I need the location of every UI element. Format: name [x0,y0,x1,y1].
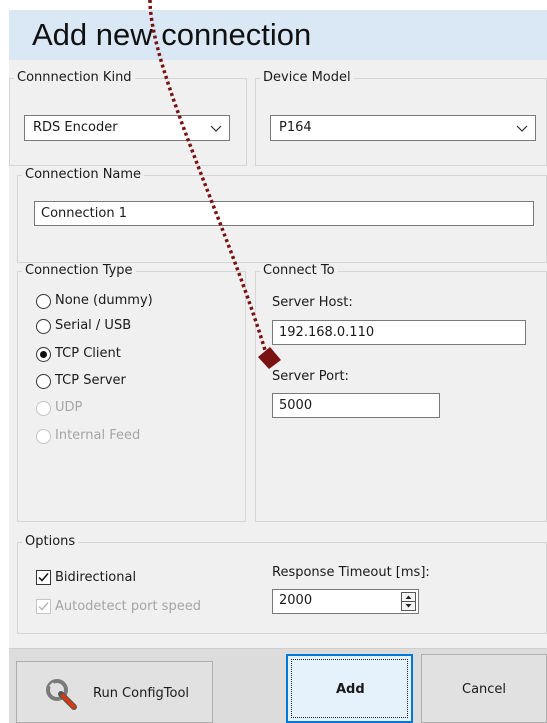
device-model-label: Device Model [260,70,354,86]
radio-tcp-server-label: TCP Server [55,373,126,388]
server-port-input[interactable]: 5000 [272,393,440,418]
chevron-down-icon [516,125,528,132]
radio-internal-feed-control [36,429,51,444]
radio-udp-control [36,401,51,416]
connection-type-group: Connection Type None (dummy) Serial / US… [17,263,246,522]
add-label: Add [336,682,365,697]
add-button[interactable]: Add [286,654,413,723]
device-model-group: Device Model P164 [255,70,547,166]
radio-none-control[interactable] [36,294,51,309]
bidirectional-label: Bidirectional [55,570,137,585]
radio-tcp-client-label: TCP Client [55,346,121,361]
checkmark-icon [38,602,49,611]
connect-to-group: Connect To Server Host: 192.168.0.110 Se… [255,263,547,522]
checkmark-icon [38,573,49,582]
response-timeout-spinner[interactable]: 2000 [272,589,419,614]
cancel-label: Cancel [462,682,507,697]
wrench-icon [46,679,77,710]
connect-to-label: Connect To [260,263,338,279]
connection-type-label: Connection Type [22,263,136,279]
title-bar: Add new connection [9,10,547,60]
add-connection-dialog: Add new connection Connnection Kind RDS … [9,10,547,723]
device-model-select[interactable]: P164 [270,115,536,141]
connection-kind-value: RDS Encoder [33,120,118,135]
spin-buttons [401,592,416,611]
run-configtool-button[interactable]: Run ConfigTool [16,661,213,723]
options-label: Options [22,534,79,550]
connection-kind-select[interactable]: RDS Encoder [24,115,230,141]
options-group: Options Bidirectional Autodetect port sp… [17,534,547,634]
connection-name-input[interactable]: Connection 1 [34,201,534,226]
radio-none-label: None (dummy) [55,293,153,308]
connection-name-label: Connection Name [22,167,145,183]
spin-down-icon[interactable] [402,602,415,610]
dialog-footer: Run ConfigTool Add Cancel [9,648,547,723]
device-model-value: P164 [279,120,312,135]
response-timeout-value: 2000 [279,593,313,608]
connection-name-group: Connection Name Connection 1 [17,167,547,263]
connection-kind-group: Connnection Kind RDS Encoder [9,70,247,166]
response-timeout-label: Response Timeout [ms]: [272,565,430,580]
radio-tcp-server-control[interactable] [36,374,51,389]
radio-udp-label: UDP [55,400,83,415]
radio-serial-usb-control[interactable] [36,319,51,334]
connection-kind-label: Connnection Kind [14,70,135,86]
server-host-label: Server Host: [272,295,353,310]
bidirectional-checkbox[interactable] [36,570,51,585]
autodetect-label: Autodetect port speed [55,599,201,614]
cancel-button[interactable]: Cancel [421,654,547,723]
spin-up-icon[interactable] [402,593,415,602]
radio-internal-feed-label: Internal Feed [55,428,141,443]
radio-serial-usb-label: Serial / USB [55,318,132,333]
server-port-label: Server Port: [272,369,349,384]
chevron-down-icon [210,125,222,132]
run-configtool-label: Run ConfigTool [93,686,190,701]
dialog-title: Add new connection [32,17,312,52]
server-host-input[interactable]: 192.168.0.110 [272,320,526,345]
radio-tcp-client-control[interactable] [36,347,51,362]
autodetect-checkbox [36,599,51,614]
